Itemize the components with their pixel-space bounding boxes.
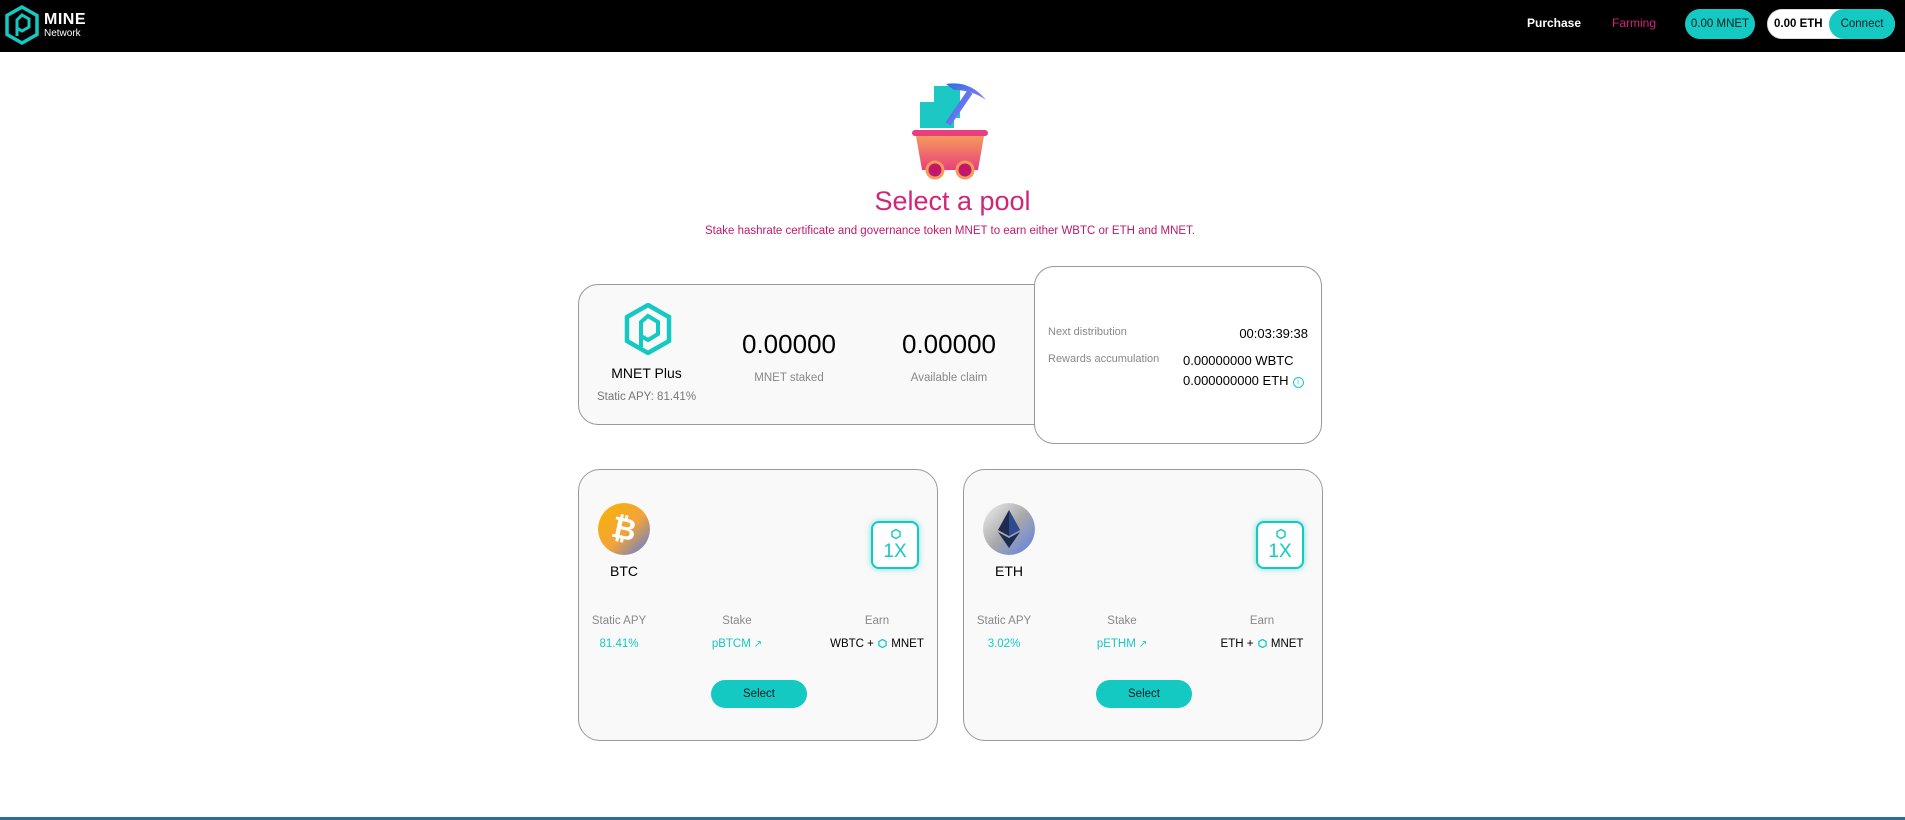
stake-token: pETHM [1096, 638, 1136, 650]
mnet-plus-summary-card: MNET Plus Static APY: 81.41% 0.00000 MNE… [578, 284, 1054, 425]
wallet-widget: 0.00 ETH Connect [1767, 8, 1895, 39]
next-distribution-label: Next distribution [1048, 326, 1127, 338]
stake-label: Stake [1107, 615, 1137, 627]
external-link-icon: ↗ [753, 639, 763, 650]
earn-prefix: ETH + [1220, 638, 1254, 650]
mine-network-logo-icon [5, 5, 39, 45]
top-nav: MINE Network Purchase Farming 0.00 MNET … [0, 0, 1905, 52]
mnet-token-icon [1257, 639, 1267, 648]
rewards-accumulation-label: Rewards accumulation [1048, 353, 1160, 365]
pool-coin-name: BTC [610, 563, 638, 579]
mine-cart-pickaxe-icon [912, 83, 988, 180]
stake-token: pBTCM [711, 638, 751, 650]
mine-network-logo[interactable]: MINE Network [4, 5, 94, 45]
select-btc-pool-button[interactable]: Select [711, 680, 807, 708]
page-title: Select a pool [874, 186, 1031, 216]
multiplier-badge: 1X [1256, 521, 1304, 569]
page-subtitle: Stake hashrate certificate and governanc… [704, 225, 1196, 237]
available-claim-value: 0.00000 [902, 329, 996, 359]
connect-button[interactable]: Connect [1829, 8, 1895, 39]
earn-suffix: MNET [1270, 638, 1304, 650]
distribution-card: Next distribution 00:03:39:38 Rewards ac… [1034, 266, 1322, 444]
earn-prefix: WBTC + [830, 638, 874, 650]
mnet-staked-value: 0.00000 [742, 329, 836, 359]
btc-pool-card: ₿ BTC 1X Static APY 81.41% Stake pBTCM ↗ … [578, 469, 938, 741]
next-distribution-timer: 00:03:39:38 [1239, 326, 1308, 341]
mnet-token-icon [891, 529, 901, 539]
available-claim-label: Available claim [910, 372, 988, 384]
earn-value: ETH + MNET [1207, 638, 1317, 650]
apy-label: Static APY [591, 615, 647, 627]
nav-farming-link[interactable]: Farming [1612, 16, 1656, 30]
rewards-eth: 0.000000000 ETH [1183, 373, 1289, 388]
static-apy: Static APY: 81.41% [596, 391, 697, 403]
apy-value: 81.41% [599, 638, 639, 650]
mnet-token-icon [878, 639, 887, 648]
multiplier-badge: 1X [871, 521, 919, 569]
bitcoin-icon: ₿ [598, 503, 650, 555]
mnet-staked-label: MNET staked [754, 372, 824, 384]
multiplier-value: 1X [883, 541, 907, 562]
earn-label: Earn [1249, 615, 1275, 627]
stake-label: Stake [722, 615, 752, 627]
nav-purchase-link[interactable]: Purchase [1527, 16, 1581, 30]
select-eth-pool-button[interactable]: Select [1096, 680, 1192, 708]
rewards-eth-row: 0.000000000 ETH i [1183, 373, 1304, 388]
mnet-token-icon [624, 303, 672, 355]
mnet-balance-button[interactable]: 0.00 MNET [1685, 9, 1755, 39]
earn-suffix: MNET [891, 638, 924, 650]
info-icon[interactable]: i [1292, 377, 1304, 388]
rewards-wbtc: 0.00000000 WBTC [1183, 353, 1294, 368]
stake-link[interactable]: pETHM ↗ [1067, 638, 1177, 650]
ethereum-icon [983, 503, 1035, 555]
stake-link[interactable]: pBTCM ↗ [682, 638, 792, 650]
logo-wordmark: MINE [44, 11, 86, 28]
external-link-icon: ↗ [1138, 639, 1148, 650]
earn-label: Earn [864, 615, 890, 627]
apy-label: Static APY [976, 615, 1032, 627]
earn-value: WBTC + MNET [822, 638, 932, 650]
logo-subtext: Network [44, 28, 81, 39]
apy-value: 3.02% [987, 638, 1021, 650]
multiplier-value: 1X [1268, 541, 1292, 562]
eth-balance: 0.00 ETH [1774, 18, 1823, 30]
mnet-token-icon [1276, 529, 1286, 539]
pool-name: MNET Plus [611, 365, 682, 381]
pool-coin-name: ETH [995, 563, 1023, 579]
eth-pool-card: ETH 1X Static APY 3.02% Stake pETHM ↗ Ear… [963, 469, 1323, 741]
